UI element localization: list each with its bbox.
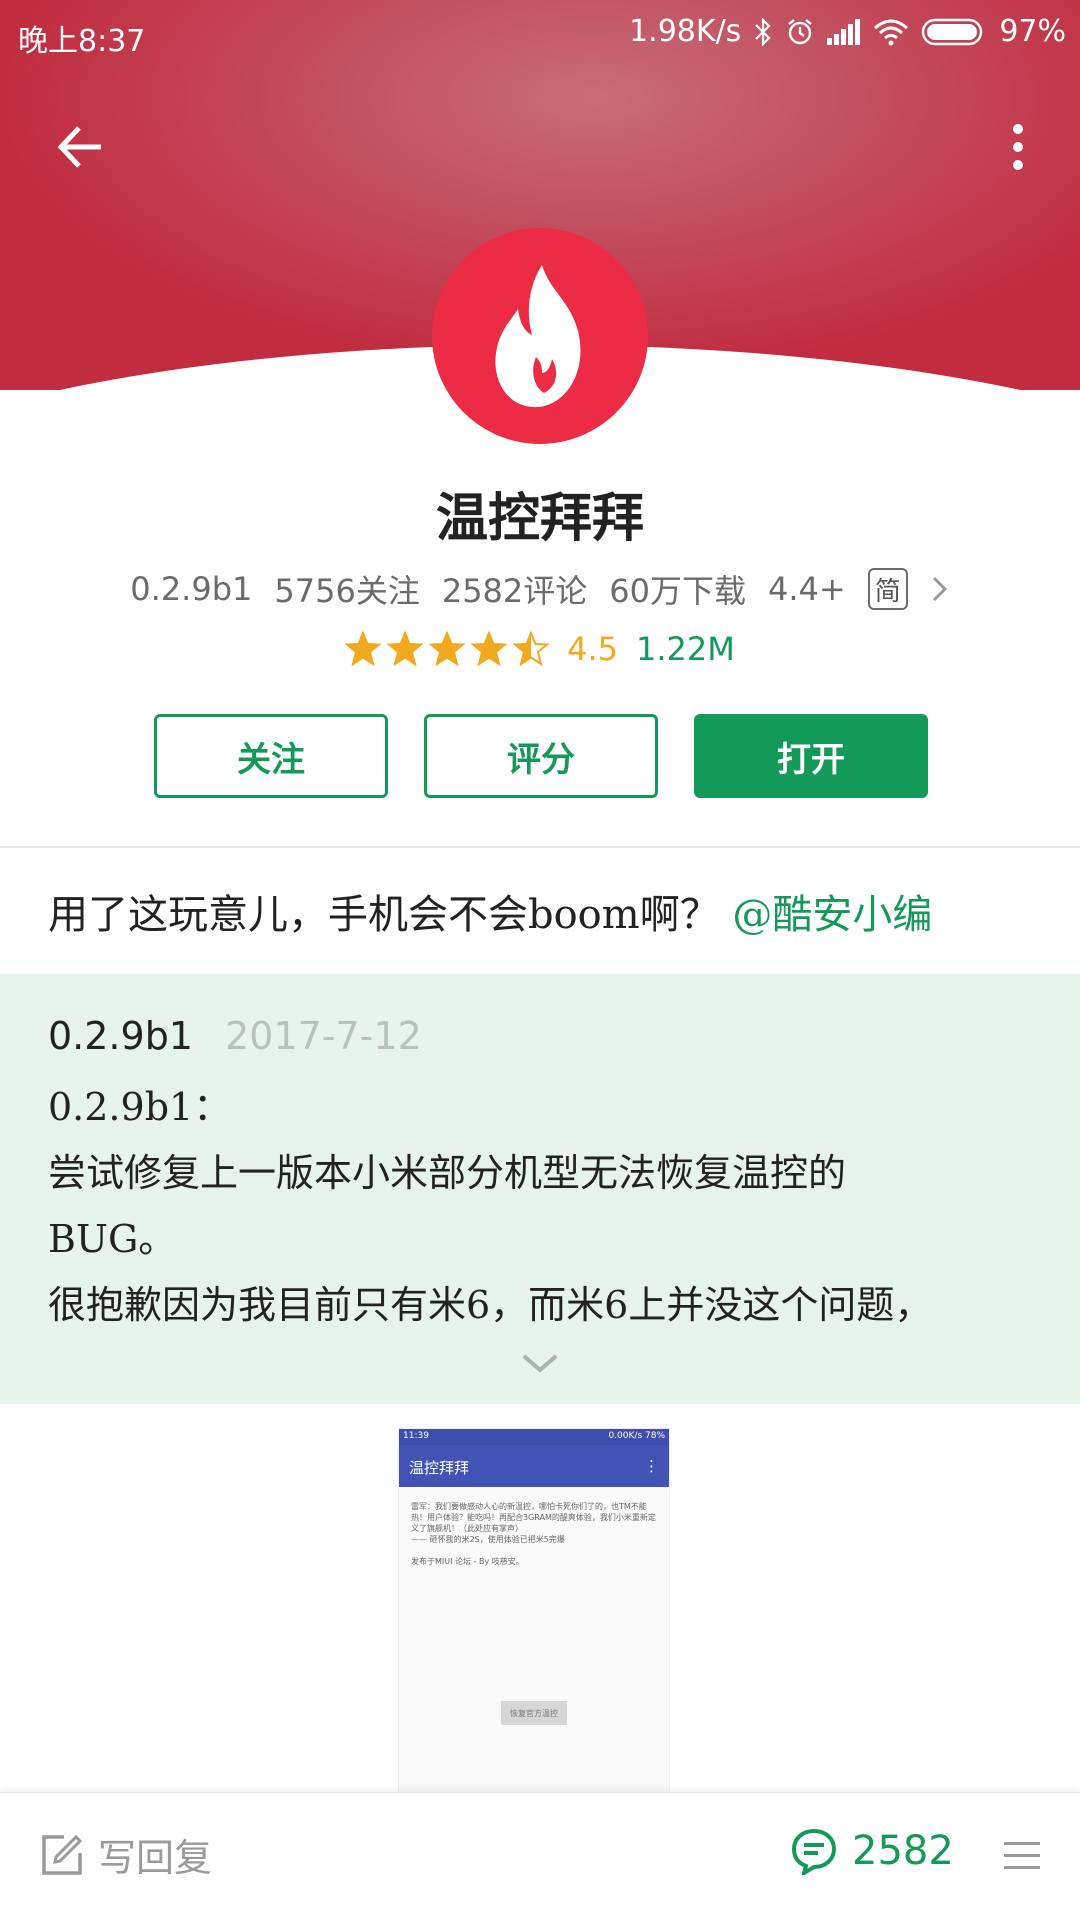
rate-button[interactable]: 评分 <box>424 714 658 798</box>
star-icon <box>345 631 382 667</box>
edit-icon <box>42 1834 83 1875</box>
changelog-body: 0.2.9b1： 尝试修复上一版本小米部分机型无法恢复温控的 BUG。 很抱歉因… <box>48 1085 933 1327</box>
app-icon <box>432 228 648 444</box>
more-vertical-icon <box>1013 124 1023 170</box>
flame-icon <box>495 265 581 408</box>
write-reply-button[interactable]: 写回复 <box>40 1827 212 1882</box>
star-icon <box>387 631 424 667</box>
screenshot-title: 温控拜拜 <box>409 1459 470 1477</box>
wifi-icon <box>873 18 909 46</box>
editor-mention-link[interactable]: @酷安小编 <box>732 892 932 938</box>
signal-icon <box>827 18 861 45</box>
rating-score: 4.5 <box>567 630 619 668</box>
alarm-icon <box>785 17 815 47</box>
arrow-left-icon <box>57 126 101 168</box>
rating-row: 4.5 1.22M <box>0 630 1080 668</box>
open-button[interactable]: 打开 <box>694 714 928 798</box>
chevron-down-icon <box>522 1354 558 1373</box>
screenshot-status-time: 11:39 <box>403 1431 429 1441</box>
screenshot-status-right: 0.00K/s 78% <box>608 1431 665 1441</box>
follow-button[interactable]: 关注 <box>154 714 388 798</box>
menu-button[interactable] <box>1004 1837 1040 1873</box>
bluetooth-icon <box>753 16 773 47</box>
screenshot-app-bar: 温控拜拜 ⋮ <box>399 1445 669 1487</box>
app-meta[interactable]: 0.2.9b1 5756关注 2582评论 60万下载 4.4+ 简 <box>0 566 1080 612</box>
comment-count-meta: 2582评论 <box>441 572 588 610</box>
write-reply-label: 写回复 <box>98 1836 213 1880</box>
menu-line <box>1004 1865 1040 1869</box>
divider <box>0 846 1080 848</box>
chevron-right-icon <box>932 576 947 602</box>
screenshot-text: 雷军：我们要做感动人心的新温控，哪怕卡死你们了的，也TM不能热！用户体验？能吃吗… <box>411 1502 656 1566</box>
battery-icon <box>921 17 987 47</box>
menu-line <box>1004 1853 1040 1857</box>
screenshot-status-bar: 11:39 0.00K/s 78% <box>399 1429 669 1445</box>
comment-icon <box>791 1828 837 1875</box>
download-count: 60万下载 <box>609 572 747 610</box>
network-speed: 1.98K/s <box>629 14 742 49</box>
changelog-header: 0.2.9b1 2017-7-12 <box>48 1014 422 1058</box>
app-screenshot[interactable]: 11:39 0.00K/s 78% 温控拜拜 ⋮ 雷军：我们要做感动人心的新温控… <box>398 1428 670 1798</box>
screenshot-more-icon: ⋮ <box>644 1457 659 1475</box>
changelog-version: 0.2.9b1 <box>48 1014 193 1058</box>
menu-line <box>1004 1841 1040 1845</box>
star-icon <box>471 631 508 667</box>
status-right: 1.98K/s 97% <box>629 14 1066 49</box>
expand-button[interactable] <box>514 1352 566 1382</box>
star-icon <box>513 631 550 667</box>
changelog-panel[interactable]: 0.2.9b1 2017-7-12 0.2.9b1： 尝试修复上一版本小米部分机… <box>0 974 1080 1404</box>
editor-tagline: 用了这玩意儿，手机会不会boom啊？ @酷安小编 <box>48 882 932 940</box>
follow-count: 5756关注 <box>274 572 420 610</box>
tagline-text: 用了这玩意儿，手机会不会boom啊？ <box>48 892 720 938</box>
bottom-bar: 写回复 2582 <box>0 1792 1080 1920</box>
android-version: 4.4+ <box>768 570 846 608</box>
app-version: 0.2.9b1 <box>130 570 253 608</box>
comment-count-value: 2582 <box>852 1828 954 1874</box>
status-bar: 晚上8:37 1.98K/s 97% <box>0 0 1080 70</box>
app-name: 温控拜拜 <box>435 488 644 549</box>
battery-percent: 97% <box>999 14 1066 49</box>
rating-stars <box>345 631 550 667</box>
screenshot-button: 恢复官方温控 <box>501 1701 567 1725</box>
status-time: 晚上8:37 <box>18 24 146 59</box>
back-button[interactable] <box>48 115 112 179</box>
star-icon <box>429 631 466 667</box>
app-size: 1.22M <box>636 630 735 668</box>
language-badge: 简 <box>867 568 908 610</box>
changelog-date: 2017-7-12 <box>225 1014 422 1058</box>
more-options-button[interactable] <box>986 115 1050 179</box>
comments-button[interactable]: 2582 <box>790 1827 954 1875</box>
